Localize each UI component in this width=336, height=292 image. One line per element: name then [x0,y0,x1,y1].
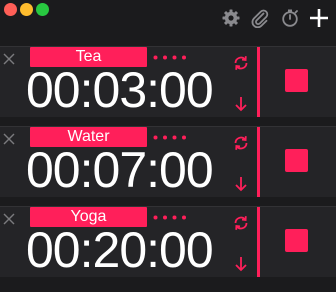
repeat-icon[interactable] [232,134,250,152]
close-icon[interactable] [2,212,16,226]
timer-row: Water 00:07:00 [0,126,336,198]
timer-row: Yoga 00:20:00 [0,206,336,278]
arrow-down-icon[interactable] [233,175,249,193]
divider [257,127,260,197]
more-dots-icon[interactable] [153,215,187,220]
window-minimize-button[interactable] [20,3,33,16]
app-window: Tea 00:03:00 Water 00:07:00 Yoga 00:20:0… [0,0,336,292]
divider [257,207,260,277]
stop-button[interactable] [285,229,308,252]
more-dots-icon[interactable] [153,55,187,60]
arrow-down-icon[interactable] [233,95,249,113]
paperclip-icon[interactable] [250,8,270,28]
timer-time[interactable]: 00:03:00 [26,62,214,118]
window-close-button[interactable] [4,3,17,16]
plus-icon[interactable] [308,7,330,29]
stop-button[interactable] [285,69,308,92]
arrow-down-icon[interactable] [233,255,249,273]
more-dots-icon[interactable] [153,135,187,140]
timer-row: Tea 00:03:00 [0,46,336,118]
close-icon[interactable] [2,52,16,66]
repeat-icon[interactable] [232,214,250,232]
stopwatch-icon[interactable] [280,8,300,28]
window-zoom-button[interactable] [36,3,49,16]
gear-icon[interactable] [221,8,241,28]
timer-time[interactable]: 00:07:00 [26,142,214,198]
title-bar [0,0,336,40]
close-icon[interactable] [2,132,16,146]
divider [257,47,260,117]
stop-button[interactable] [285,149,308,172]
timer-time[interactable]: 00:20:00 [26,222,214,278]
repeat-icon[interactable] [232,54,250,72]
